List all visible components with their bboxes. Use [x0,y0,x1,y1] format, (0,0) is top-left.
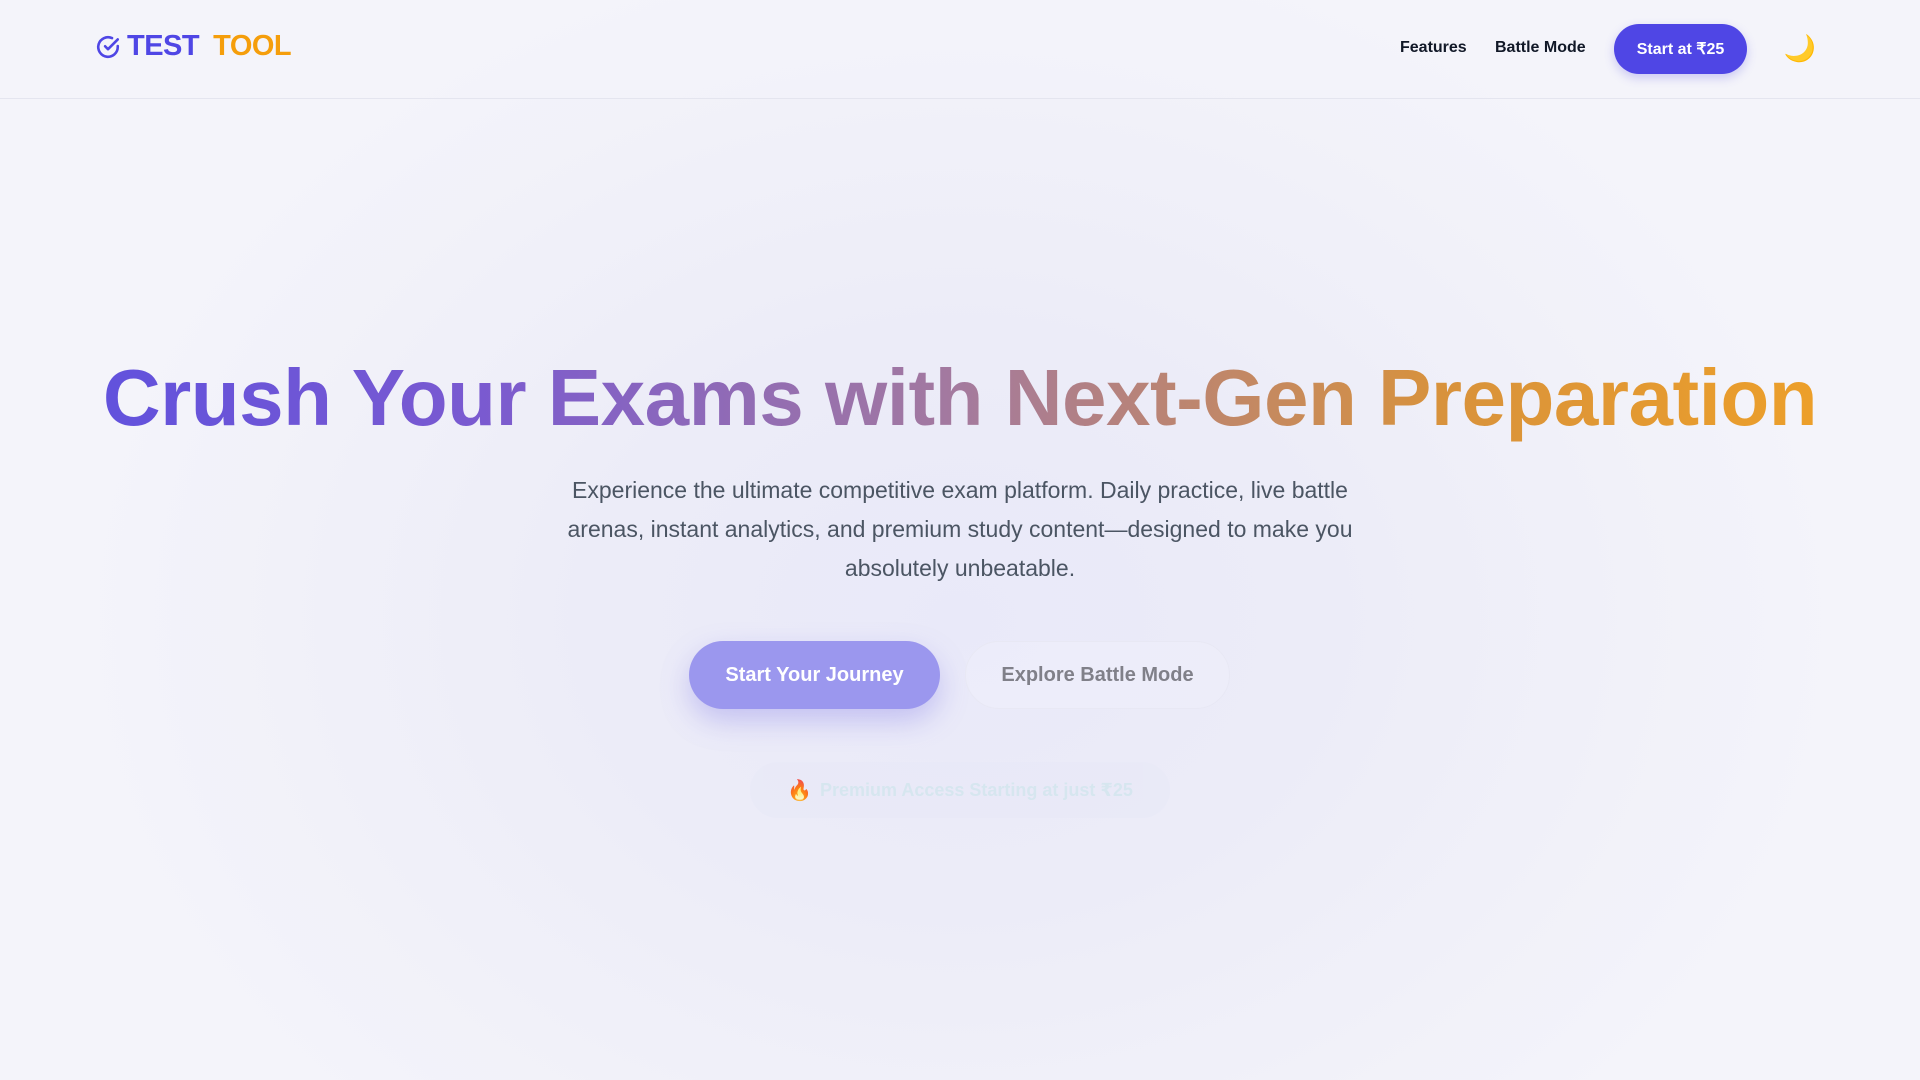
logo[interactable]: TEST TOOL [95,30,292,63]
check-circle-icon [96,35,120,58]
moon-icon: 🌙 [1783,32,1817,63]
start-cta-button[interactable]: Start at ₹25 [1614,24,1747,74]
fire-icon: 🔥 [787,779,812,802]
theme-toggle-button[interactable]: 🌙 [1784,32,1816,64]
site-header: TEST TOOL Features Battle Mode Start at … [0,0,1920,99]
hero-title: Crush Your Exams with Next-Gen Preparati… [0,352,1920,444]
logo-word-tool: TOOL [213,30,292,62]
nav-link-battle-mode[interactable]: Battle Mode [1495,39,1586,57]
logo-word-test: TEST [127,30,200,62]
promo-text: Premium Access Starting at just ₹25 [819,779,1133,800]
nav-link-features[interactable]: Features [1400,39,1467,57]
explore-battle-mode-button[interactable]: Explore Battle Mode [965,641,1230,709]
hero-subtitle: Experience the ultimate competitive exam… [567,477,1353,581]
start-journey-button[interactable]: Start Your Journey [689,641,940,709]
promo-badge: 🔥 Premium Access Starting at just ₹25 [750,762,1170,818]
